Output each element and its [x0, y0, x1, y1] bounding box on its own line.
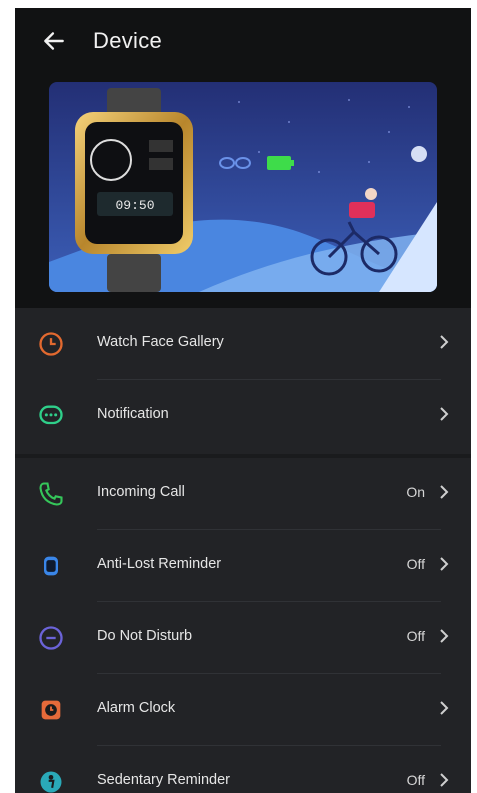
chevron-right-icon [440, 701, 449, 715]
row-value: Off [406, 556, 425, 572]
settings-row-sedentary-reminder[interactable]: Sedentary Reminder Off [15, 746, 471, 793]
chevron-right-icon [440, 629, 449, 643]
sedentary-icon [40, 771, 62, 793]
row-label: Watch Face Gallery [97, 334, 224, 350]
banner-illustration: 09:50 [49, 82, 437, 292]
page-title: Device [93, 28, 163, 53]
row-label: Alarm Clock [97, 700, 176, 716]
device-banner: 09:50 [49, 82, 437, 292]
banner-area: 09:50 [15, 74, 471, 314]
row-label: Incoming Call [97, 484, 185, 500]
settings-row-notification[interactable]: Notification [15, 380, 471, 452]
battery-icon [267, 156, 294, 170]
app-header: Device [15, 8, 471, 74]
message-icon [39, 405, 63, 425]
settings-group-1: Watch Face Gallery Notification [15, 308, 471, 454]
row-label: Do Not Disturb [97, 628, 193, 644]
chevron-right-icon [440, 485, 449, 499]
row-label: Notification [97, 406, 169, 422]
settings-row-do-not-disturb[interactable]: Do Not Disturb Off [15, 602, 471, 674]
settings-row-anti-lost-reminder[interactable]: Anti-Lost Reminder Off [15, 530, 471, 602]
arrow-left-icon[interactable] [41, 28, 67, 54]
row-label: Sedentary Reminder [97, 772, 230, 788]
settings-row-alarm-clock[interactable]: Alarm Clock [15, 674, 471, 746]
chevron-right-icon [440, 773, 449, 787]
snowflake-decoration [411, 146, 427, 162]
settings-row-incoming-call[interactable]: Incoming Call On [15, 458, 471, 530]
row-label: Anti-Lost Reminder [97, 556, 222, 572]
phone-icon [39, 482, 63, 506]
chevron-right-icon [440, 557, 449, 571]
chevron-right-icon [440, 335, 449, 349]
row-value: On [406, 484, 425, 500]
watch-time: 09:50 [115, 198, 154, 213]
watch-face-icon [39, 332, 63, 356]
do-not-disturb-icon [39, 626, 63, 650]
row-value: Off [406, 772, 425, 788]
row-value: Off [406, 628, 425, 644]
watch-icon [44, 556, 58, 576]
alarm-clock-icon [41, 700, 61, 720]
settings-row-watch-face-gallery[interactable]: Watch Face Gallery [15, 308, 471, 380]
settings-group-2: Incoming Call On Anti-Lost Reminder Off Do N… [15, 458, 471, 793]
device-screen: Device 09:50 Watch Face Gallery Notifica… [15, 8, 471, 793]
chevron-right-icon [440, 407, 449, 421]
